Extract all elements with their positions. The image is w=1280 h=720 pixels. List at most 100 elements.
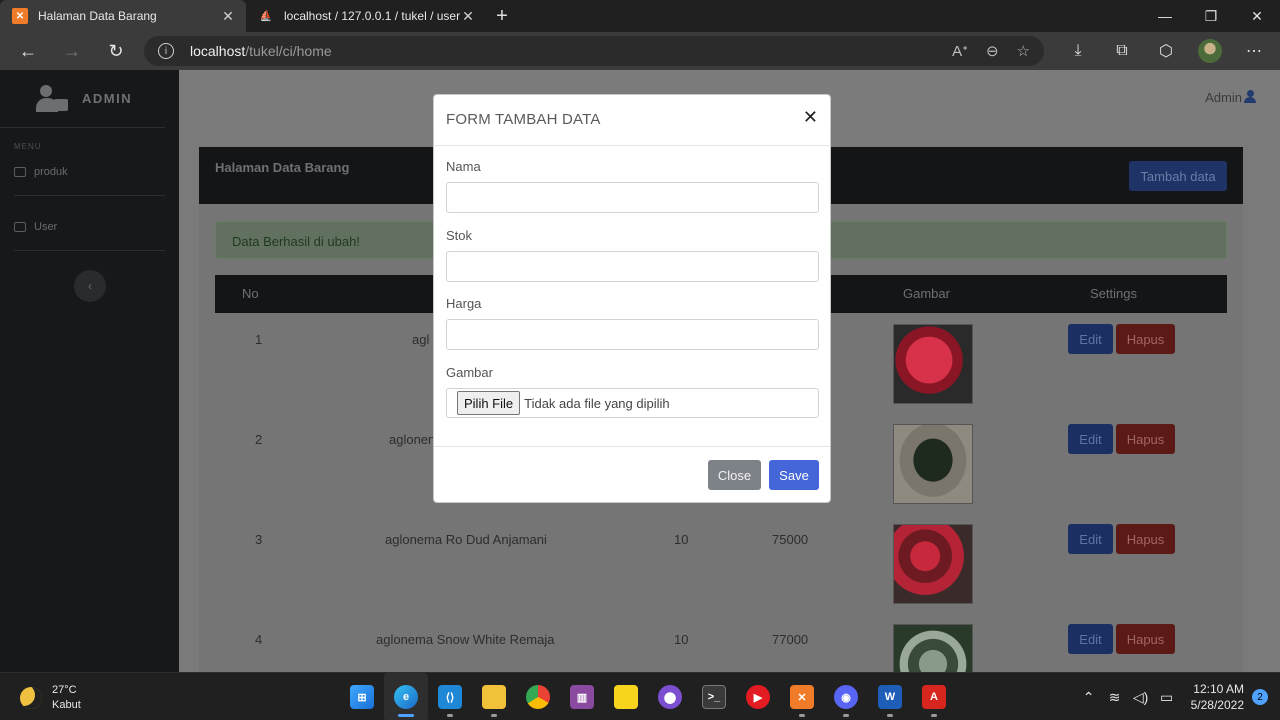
cell-nama: aglonen	[389, 432, 436, 447]
download-icon[interactable]: ⤓	[1056, 32, 1100, 70]
minimize-icon[interactable]: —	[1142, 0, 1188, 32]
edit-button[interactable]: Edit	[1068, 524, 1113, 554]
edit-button[interactable]: Edit	[1068, 424, 1113, 454]
sidebar-brand[interactable]: ADMIN	[0, 70, 165, 128]
close-tab-icon[interactable]: ✕	[460, 8, 476, 25]
column-header-no: No	[242, 286, 259, 301]
start-button[interactable]: ⊞	[340, 673, 384, 720]
stok-input[interactable]	[446, 251, 819, 282]
sidebar-item-label: User	[34, 221, 58, 233]
restore-icon[interactable]: ❐	[1188, 0, 1234, 32]
browser-tab-active[interactable]: ✕ Halaman Data Barang ✕	[0, 0, 246, 32]
delete-button[interactable]: Hapus	[1116, 324, 1175, 354]
taskbar-sticky-notes[interactable]	[604, 673, 648, 720]
temperature: 27°C	[52, 684, 77, 696]
edge-icon: e	[394, 685, 418, 709]
close-window-icon[interactable]: ✕	[1234, 0, 1280, 32]
taskbar-vscode[interactable]: ⟨⟩	[428, 673, 472, 720]
divider	[14, 195, 165, 196]
pdf-icon: A	[922, 685, 946, 709]
site-info-icon[interactable]: i	[158, 43, 174, 59]
add-data-button[interactable]: Tambah data	[1129, 161, 1227, 191]
user-name[interactable]: Admin	[1205, 90, 1242, 105]
xampp-icon: ✕	[12, 8, 28, 24]
close-icon[interactable]: ✕	[803, 107, 818, 128]
product-image	[893, 624, 973, 672]
browser-tab[interactable]: ⛵ localhost / 127.0.0.1 / tukel / user ✕	[246, 0, 486, 32]
sidebar-toggle-button[interactable]: ‹	[74, 270, 106, 302]
taskbar-word[interactable]: W	[868, 673, 912, 720]
taskbar: 27°C Kabut ⊞ e ⟨⟩ ▥ ⬤ >_ ▶ ✕ ◉ W A ⌃ ≋ ◁…	[0, 672, 1280, 720]
taskbar-terminal[interactable]: >_	[692, 673, 736, 720]
volume-icon[interactable]: ◁)	[1129, 689, 1153, 706]
phpmyadmin-icon: ⛵	[259, 10, 273, 22]
table-row: 4 aglonema Snow White Remaja 10 77000 Ed…	[215, 624, 1227, 672]
delete-button[interactable]: Hapus	[1116, 524, 1175, 554]
extensions-icon[interactable]: ⬡	[1144, 32, 1188, 70]
sidebar-item-user[interactable]: User	[0, 212, 165, 242]
more-menu-icon[interactable]: ⋯	[1232, 32, 1276, 70]
save-button[interactable]: Save	[769, 460, 819, 490]
cell-harga: 75000	[772, 532, 809, 547]
taskbar-explorer[interactable]	[472, 673, 516, 720]
tab-title: localhost / 127.0.0.1 / tukel / user	[284, 9, 460, 23]
profile-avatar[interactable]	[1198, 39, 1222, 63]
delete-button[interactable]: Hapus	[1116, 624, 1175, 654]
xampp-icon: ✕	[790, 685, 814, 709]
time: 12:10 AM	[1193, 682, 1244, 696]
nama-label: Nama	[446, 159, 481, 174]
new-tab-button[interactable]: +	[486, 0, 518, 32]
sidebar-item-label: produk	[34, 166, 68, 178]
taskbar-edge[interactable]: e	[384, 673, 428, 720]
gambar-label: Gambar	[446, 365, 493, 380]
favorite-add-icon[interactable]: ☆	[1017, 42, 1030, 60]
harga-input[interactable]	[446, 319, 819, 350]
refresh-icon[interactable]: ↻	[94, 32, 138, 70]
battery-icon[interactable]: ▭	[1155, 689, 1179, 706]
dashboard-icon	[14, 167, 26, 177]
notification-badge[interactable]: 2	[1252, 689, 1268, 705]
close-button[interactable]: Close	[708, 460, 761, 490]
windows-icon: ⊞	[350, 685, 374, 709]
moon-icon	[20, 687, 42, 709]
edit-button[interactable]: Edit	[1068, 624, 1113, 654]
back-icon[interactable]: ←	[6, 32, 50, 70]
form-group-stok: Stok	[446, 228, 819, 282]
brand-title: ADMIN	[82, 91, 133, 106]
user-icon[interactable]	[1244, 90, 1256, 104]
modal-footer: Close Save	[434, 446, 830, 502]
taskbar-xampp[interactable]: ✕	[780, 673, 824, 720]
play-icon: ▶	[746, 685, 770, 709]
tab-title: Halaman Data Barang	[38, 9, 157, 23]
browser-tab-bar: ✕ Halaman Data Barang ✕ ⛵ localhost / 12…	[0, 0, 1280, 32]
weather-widget[interactable]: 27°C Kabut	[20, 683, 81, 713]
edit-button[interactable]: Edit	[1068, 324, 1113, 354]
clock[interactable]: 12:10 AM 5/28/2022	[1191, 681, 1244, 713]
delete-button[interactable]: Hapus	[1116, 424, 1175, 454]
chevron-up-icon[interactable]: ⌃	[1077, 689, 1101, 706]
column-header-gambar: Gambar	[903, 286, 950, 301]
taskbar-media-player[interactable]: ▶	[736, 673, 780, 720]
wifi-icon[interactable]: ≋	[1103, 689, 1127, 706]
choose-file-button[interactable]: Pilih File	[457, 391, 521, 415]
read-aloud-icon[interactable]: Aᐩ	[952, 42, 968, 60]
taskbar-apps: ⊞ e ⟨⟩ ▥ ⬤ >_ ▶ ✕ ◉ W A	[340, 673, 956, 720]
close-tab-icon[interactable]: ✕	[220, 8, 236, 25]
capture-icon[interactable]: ⧉	[1100, 32, 1144, 70]
taskbar-chrome[interactable]	[516, 673, 560, 720]
taskbar-winrar[interactable]: ▥	[560, 673, 604, 720]
weather-condition: Kabut	[52, 699, 81, 711]
date: 5/28/2022	[1190, 698, 1244, 712]
github-icon: ⬤	[658, 685, 682, 709]
cell-no: 1	[255, 332, 263, 347]
address-bar[interactable]: i localhost/tukel/ci/home Aᐩ ⊖ ☆	[144, 36, 1044, 66]
zoom-icon[interactable]: ⊖	[986, 42, 999, 60]
taskbar-acrobat[interactable]: A	[912, 673, 956, 720]
file-input[interactable]: Pilih File Tidak ada file yang dipilih	[446, 388, 819, 418]
vscode-icon: ⟨⟩	[438, 685, 462, 709]
taskbar-discord[interactable]: ◉	[824, 673, 868, 720]
sidebar-item-produk[interactable]: produk	[0, 157, 165, 187]
nama-input[interactable]	[446, 182, 819, 213]
forward-icon[interactable]: →	[50, 32, 94, 70]
taskbar-github[interactable]: ⬤	[648, 673, 692, 720]
